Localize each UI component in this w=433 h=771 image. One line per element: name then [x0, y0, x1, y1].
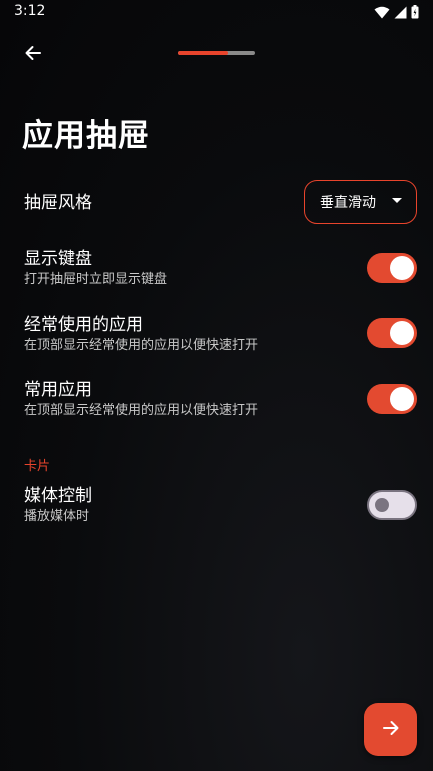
setting-common-apps: 常用应用 在顶部显示经常使用的应用以便快速打开 — [24, 379, 417, 420]
page-title: 应用抽屉 — [22, 118, 150, 154]
toggle-knob — [390, 256, 414, 280]
setting-show-keyboard-subtitle: 打开抽屉时立即显示键盘 — [24, 272, 168, 287]
setting-frequent-apps-title: 经常使用的应用 — [24, 315, 143, 335]
drawer-style-selected-value: 垂直滑动 — [320, 195, 376, 211]
status-bar: 3:12 — [0, 0, 433, 24]
common-apps-toggle[interactable] — [367, 384, 417, 414]
back-button[interactable] — [16, 38, 50, 72]
wifi-icon — [374, 6, 390, 19]
toggle-knob — [390, 387, 414, 411]
arrow-left-icon — [24, 44, 42, 66]
next-button[interactable] — [364, 703, 417, 756]
setting-frequent-apps: 经常使用的应用 在顶部显示经常使用的应用以便快速打开 — [24, 314, 417, 355]
frequent-apps-toggle[interactable] — [367, 318, 417, 348]
setting-show-keyboard: 显示键盘 打开抽屉时立即显示键盘 — [24, 248, 417, 289]
show-keyboard-toggle[interactable] — [367, 253, 417, 283]
setting-frequent-apps-subtitle: 在顶部显示经常使用的应用以便快速打开 — [24, 338, 259, 353]
setting-common-apps-subtitle: 在顶部显示经常使用的应用以便快速打开 — [24, 403, 259, 418]
step-progress-fill — [178, 51, 229, 55]
arrow-right-icon — [382, 719, 400, 741]
toggle-knob — [390, 321, 414, 345]
caret-down-icon — [392, 198, 402, 203]
setting-show-keyboard-title: 显示键盘 — [24, 249, 92, 269]
status-time: 3:12 — [14, 3, 46, 19]
section-header-cards: 卡片 — [24, 459, 51, 474]
step-progress-bar — [178, 51, 255, 55]
signal-icon — [394, 6, 407, 19]
status-icons — [374, 5, 419, 19]
battery-icon — [411, 5, 419, 19]
drawer-style-dropdown[interactable]: 垂直滑动 — [304, 180, 417, 224]
setting-media-control-title: 媒体控制 — [24, 486, 92, 506]
setting-media-control: 媒体控制 播放媒体时 — [24, 485, 417, 526]
setting-common-apps-title: 常用应用 — [24, 380, 92, 400]
media-control-toggle[interactable] — [367, 490, 417, 520]
setting-media-control-subtitle: 播放媒体时 — [24, 509, 90, 524]
toggle-knob — [375, 498, 389, 512]
